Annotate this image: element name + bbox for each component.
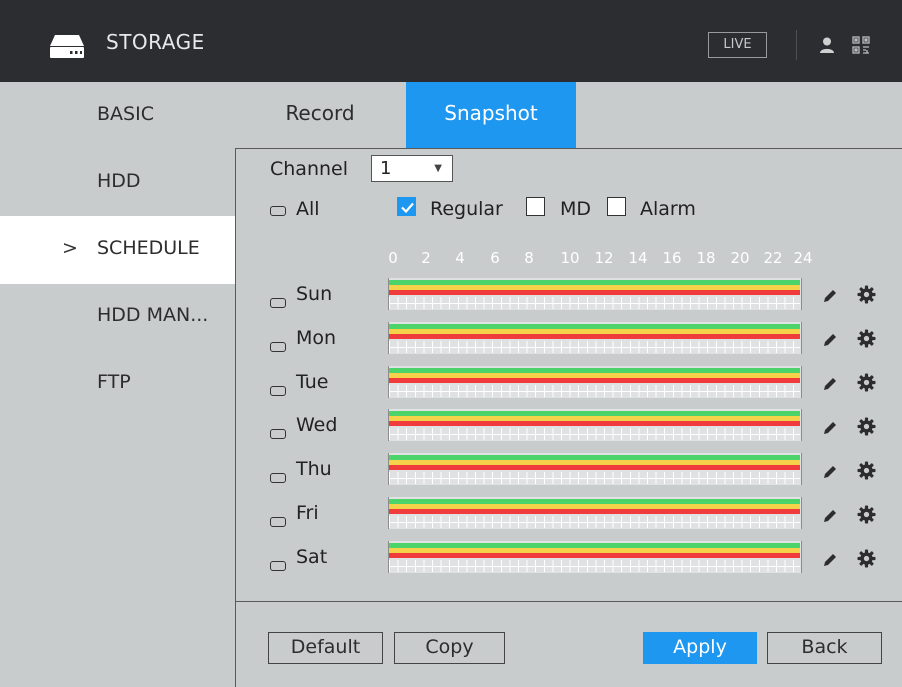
schedule-timeline-sun[interactable] (388, 278, 802, 310)
pencil-icon[interactable] (822, 464, 838, 480)
schedule-timeline-mon[interactable] (388, 322, 802, 354)
footer-divider (236, 601, 902, 602)
alarm-label: Alarm (640, 198, 696, 220)
sidebar-item-hdd[interactable]: HDD (0, 149, 236, 217)
page-title: STORAGE (106, 30, 205, 54)
day-toggle-mon[interactable] (270, 342, 286, 352)
select-all-toggle[interactable] (270, 206, 286, 216)
sidebar-item-hdd-manager[interactable]: HDD MAN... (0, 283, 236, 351)
gear-icon[interactable] (857, 373, 876, 392)
day-label-sat: Sat (296, 546, 328, 568)
sidebar-item-basic[interactable]: BASIC (0, 82, 236, 150)
hour-tick: 10 (560, 249, 580, 267)
apply-button[interactable]: Apply (643, 632, 757, 664)
day-label-sun: Sun (296, 283, 333, 305)
hour-tick: 24 (793, 249, 813, 267)
hour-tick: 14 (628, 249, 648, 267)
hour-tick: 0 (388, 249, 398, 267)
gear-icon[interactable] (857, 285, 876, 304)
sidebar-item-ftp[interactable]: FTP (0, 350, 236, 418)
gear-icon[interactable] (857, 549, 876, 568)
day-toggle-tue[interactable] (270, 386, 286, 396)
sidebar-item-label: HDD (97, 170, 141, 192)
md-label: MD (560, 198, 592, 220)
channel-select-value: 1 (380, 158, 392, 179)
sidebar-item-schedule[interactable]: > SCHEDULE (0, 216, 236, 284)
storage-icon (50, 35, 84, 58)
pencil-icon[interactable] (822, 420, 838, 436)
schedule-timeline-wed[interactable] (388, 409, 802, 441)
sidebar: BASIC HDD > SCHEDULE HDD MAN... FTP (0, 82, 236, 687)
alarm-checkbox[interactable] (607, 197, 626, 216)
day-toggle-sat[interactable] (270, 561, 286, 571)
day-label-tue: Tue (296, 371, 329, 393)
qr-code-icon[interactable] (852, 36, 870, 54)
hour-tick: 4 (455, 249, 465, 267)
channel-label: Channel (270, 158, 349, 180)
chevron-right-icon: > (62, 237, 78, 259)
sidebar-item-label: SCHEDULE (97, 237, 200, 259)
day-label-thu: Thu (296, 458, 332, 480)
hour-tick: 12 (594, 249, 614, 267)
user-icon[interactable] (819, 36, 835, 54)
sidebar-item-label: BASIC (97, 103, 154, 125)
gear-icon[interactable] (857, 417, 876, 436)
day-toggle-wed[interactable] (270, 429, 286, 439)
pencil-icon[interactable] (822, 376, 838, 392)
regular-label: Regular (430, 198, 503, 220)
hour-tick: 6 (490, 249, 500, 267)
regular-checkbox[interactable] (397, 197, 416, 216)
hour-tick: 20 (730, 249, 750, 267)
md-checkbox[interactable] (526, 197, 545, 216)
gear-icon[interactable] (857, 461, 876, 480)
live-button[interactable]: LIVE (708, 32, 767, 58)
copy-button[interactable]: Copy (394, 632, 505, 664)
tab-snapshot[interactable]: Snapshot (406, 82, 576, 148)
hour-tick: 8 (524, 249, 534, 267)
day-label-wed: Wed (296, 414, 338, 436)
tab-record[interactable]: Record (247, 82, 393, 148)
checkmark-icon (401, 202, 414, 214)
day-label-fri: Fri (296, 502, 319, 524)
pencil-icon[interactable] (822, 508, 838, 524)
default-button[interactable]: Default (268, 632, 383, 664)
gear-icon[interactable] (857, 505, 876, 524)
hour-tick: 18 (696, 249, 716, 267)
schedule-timeline-thu[interactable] (388, 453, 802, 485)
sidebar-item-label: HDD MAN... (97, 304, 209, 326)
schedule-timeline-tue[interactable] (388, 366, 802, 398)
hour-tick: 2 (421, 249, 431, 267)
hour-tick: 22 (763, 249, 783, 267)
pencil-icon[interactable] (822, 552, 838, 568)
select-all-label: All (296, 198, 320, 220)
title-bar: STORAGE LIVE (0, 0, 902, 82)
dropdown-arrow-icon: ▼ (434, 163, 442, 174)
hour-tick: 16 (662, 249, 682, 267)
day-toggle-thu[interactable] (270, 473, 286, 483)
day-toggle-sun[interactable] (270, 298, 286, 308)
day-label-mon: Mon (296, 327, 337, 349)
pencil-icon[interactable] (822, 288, 838, 304)
pencil-icon[interactable] (822, 332, 838, 348)
schedule-timeline-fri[interactable] (388, 497, 802, 529)
sidebar-item-label: FTP (97, 371, 131, 393)
header-divider (796, 30, 797, 60)
channel-select[interactable]: 1 ▼ (371, 155, 453, 182)
day-toggle-fri[interactable] (270, 517, 286, 527)
back-button[interactable]: Back (767, 632, 882, 664)
schedule-timeline-sat[interactable] (388, 541, 802, 573)
gear-icon[interactable] (857, 329, 876, 348)
